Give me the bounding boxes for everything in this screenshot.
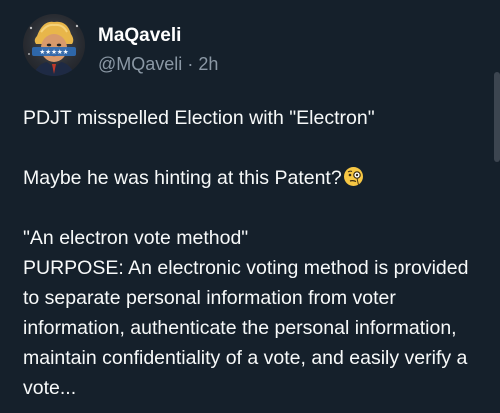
post-text: PDJT misspelled Election with "Electron"… [23,103,483,403]
post-paragraph: "An electron vote method" [23,227,249,249]
scrollbar[interactable] [494,72,500,162]
avatar-image: ★★★★★ [28,21,79,76]
svg-text:★★★★★: ★★★★★ [39,48,68,56]
handle-row: @MQaveli · 2h [98,53,218,75]
display-name[interactable]: MaQaveli [98,25,218,47]
avatar[interactable]: ★★★★★ [23,14,85,76]
post-paragraph: Maybe he was hinting at this Patent? [23,163,483,193]
author-names: MaQaveli @MQaveli · 2h [98,25,218,75]
post: ★★★★★ MaQaveli @MQaveli · 2h PDJT misspe… [0,0,500,413]
handle[interactable]: @MQaveli [98,54,182,74]
post-paragraph-text: Maybe he was hinting at this Patent? [23,167,342,189]
face-with-monocle-icon [343,166,364,187]
separator: · [187,54,194,74]
post-paragraph: PDJT misspelled Election with "Electron" [23,107,375,129]
post-paragraph: PURPOSE: An electronic voting method is … [23,257,469,399]
post-header: ★★★★★ MaQaveli @MQaveli · 2h [23,14,218,76]
timestamp[interactable]: 2h [198,54,218,74]
